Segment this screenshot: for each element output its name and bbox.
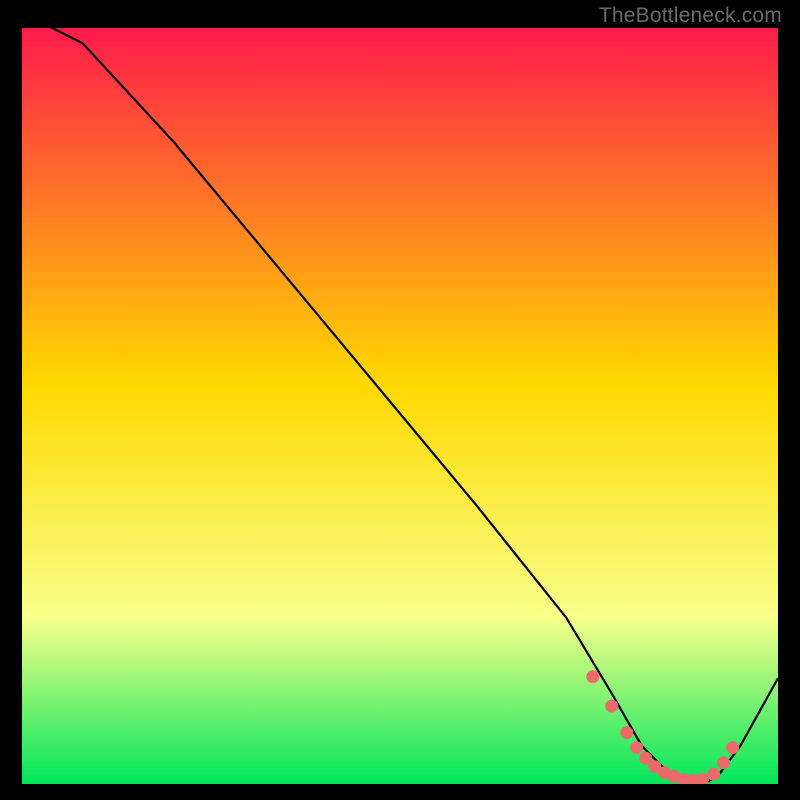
chart-background [22,28,778,784]
watermark-text: TheBottleneck.com [599,4,782,28]
highlight-marker [605,700,618,713]
highlight-marker [620,726,633,739]
highlight-marker [630,741,643,754]
chart-stage: TheBottleneck.com [0,0,800,800]
highlight-marker [707,768,720,781]
chart-svg [22,28,778,784]
chart-plot [22,28,778,784]
highlight-marker [586,670,599,683]
highlight-marker [726,741,739,754]
highlight-marker [717,756,730,769]
